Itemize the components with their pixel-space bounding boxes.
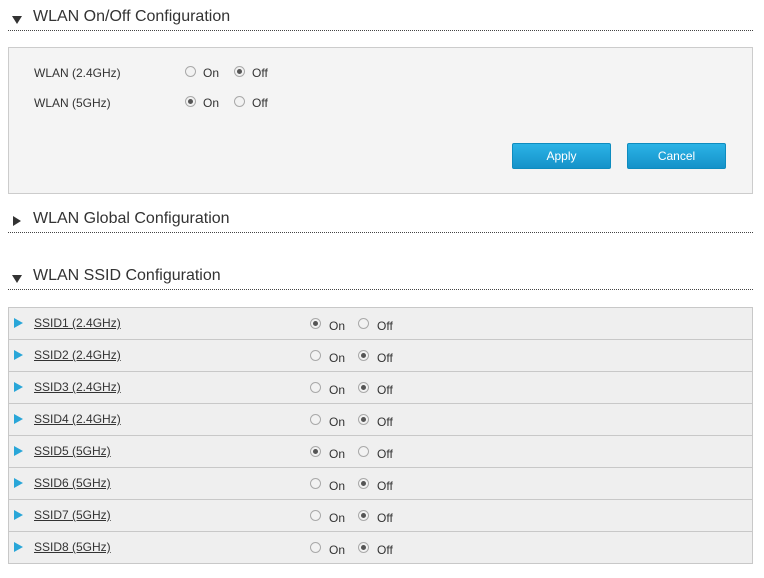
triangle-right-blue-icon[interactable] — [14, 318, 23, 328]
ssid-on-label: On — [329, 351, 346, 365]
triangle-right-blue-icon[interactable] — [14, 446, 23, 456]
ssid-link[interactable]: SSID5 (5GHz) — [34, 444, 111, 458]
ssid-on-label: On — [329, 511, 346, 525]
ssid-off-radio[interactable] — [358, 350, 369, 361]
ssid-on-radio[interactable] — [310, 446, 321, 457]
ssid-link[interactable]: SSID2 (2.4GHz) — [34, 348, 121, 362]
ssid-link[interactable]: SSID6 (5GHz) — [34, 476, 111, 490]
section-title: WLAN On/Off Configuration — [33, 8, 231, 25]
ssid-on-label: On — [329, 319, 346, 333]
ssid-off-label: Off — [377, 479, 393, 493]
wlan-24ghz-on-radio[interactable] — [185, 66, 196, 77]
ssid-on-radio[interactable] — [310, 382, 321, 393]
triangle-right-blue-icon[interactable] — [14, 414, 23, 424]
ssid-on-radio[interactable] — [310, 510, 321, 521]
wlan-24ghz-label: WLAN (2.4GHz) — [34, 66, 121, 80]
ssid-off-label: Off — [377, 383, 393, 397]
triangle-down-icon — [12, 16, 22, 24]
ssid-link[interactable]: SSID3 (2.4GHz) — [34, 380, 121, 394]
wlan-5ghz-on-radio[interactable] — [185, 96, 196, 107]
section-title: WLAN SSID Configuration — [33, 267, 221, 284]
ssid-off-radio[interactable] — [358, 382, 369, 393]
cancel-button[interactable]: Cancel — [627, 143, 726, 169]
ssid-on-radio[interactable] — [310, 318, 321, 329]
ssid-row[interactable]: SSID5 (5GHz) On Off — [8, 436, 753, 468]
apply-button[interactable]: Apply — [512, 143, 611, 169]
wlan-onoff-panel: WLAN (2.4GHz) On Off WLAN (5GHz) On Off … — [8, 47, 753, 194]
wlan-24ghz-on-label: On — [203, 66, 220, 80]
ssid-link[interactable]: SSID8 (5GHz) — [34, 540, 111, 554]
section-title: WLAN Global Configuration — [33, 210, 230, 227]
ssid-row[interactable]: SSID1 (2.4GHz) On Off — [8, 308, 753, 340]
ssid-on-label: On — [329, 447, 346, 461]
ssid-row[interactable]: SSID7 (5GHz) On Off — [8, 500, 753, 532]
wlan-5ghz-off-label: Off — [252, 96, 268, 110]
triangle-right-icon — [13, 216, 21, 226]
triangle-down-icon — [12, 275, 22, 283]
ssid-row[interactable]: SSID3 (2.4GHz) On Off — [8, 372, 753, 404]
section-header-wlan-onoff[interactable]: WLAN On/Off Configuration — [8, 8, 753, 31]
ssid-off-label: Off — [377, 415, 393, 429]
triangle-right-blue-icon[interactable] — [14, 542, 23, 552]
ssid-on-label: On — [329, 543, 346, 557]
ssid-off-radio[interactable] — [358, 478, 369, 489]
ssid-off-radio[interactable] — [358, 414, 369, 425]
wlan-5ghz-on-label: On — [203, 96, 220, 110]
ssid-on-label: On — [329, 479, 346, 493]
ssid-table: SSID1 (2.4GHz) On Off SSID2 (2.4GHz) On Off SS… — [8, 307, 753, 564]
wlan-5ghz-off-radio[interactable] — [234, 96, 245, 107]
wlan-24ghz-off-label: Off — [252, 66, 268, 80]
triangle-right-blue-icon[interactable] — [14, 510, 23, 520]
section-header-wlan-ssid[interactable]: WLAN SSID Configuration — [8, 267, 753, 290]
ssid-on-radio[interactable] — [310, 542, 321, 553]
ssid-off-label: Off — [377, 351, 393, 365]
wlan-5ghz-label: WLAN (5GHz) — [34, 96, 111, 110]
triangle-right-blue-icon[interactable] — [14, 382, 23, 392]
ssid-off-radio[interactable] — [358, 542, 369, 553]
ssid-off-radio[interactable] — [358, 446, 369, 457]
ssid-off-label: Off — [377, 447, 393, 461]
ssid-row[interactable]: SSID6 (5GHz) On Off — [8, 468, 753, 500]
triangle-right-blue-icon[interactable] — [14, 350, 23, 360]
ssid-off-label: Off — [377, 319, 393, 333]
ssid-on-radio[interactable] — [310, 478, 321, 489]
ssid-off-radio[interactable] — [358, 510, 369, 521]
ssid-link[interactable]: SSID7 (5GHz) — [34, 508, 111, 522]
ssid-link[interactable]: SSID4 (2.4GHz) — [34, 412, 121, 426]
ssid-on-radio[interactable] — [310, 350, 321, 361]
wlan-24ghz-off-radio[interactable] — [234, 66, 245, 77]
ssid-link[interactable]: SSID1 (2.4GHz) — [34, 316, 121, 330]
ssid-off-label: Off — [377, 511, 393, 525]
ssid-row[interactable]: SSID4 (2.4GHz) On Off — [8, 404, 753, 436]
ssid-off-label: Off — [377, 543, 393, 557]
ssid-on-radio[interactable] — [310, 414, 321, 425]
section-header-wlan-global[interactable]: WLAN Global Configuration — [8, 210, 753, 233]
ssid-on-label: On — [329, 415, 346, 429]
ssid-row[interactable]: SSID2 (2.4GHz) On Off — [8, 340, 753, 372]
ssid-on-label: On — [329, 383, 346, 397]
ssid-off-radio[interactable] — [358, 318, 369, 329]
triangle-right-blue-icon[interactable] — [14, 478, 23, 488]
ssid-row[interactable]: SSID8 (5GHz) On Off — [8, 532, 753, 564]
